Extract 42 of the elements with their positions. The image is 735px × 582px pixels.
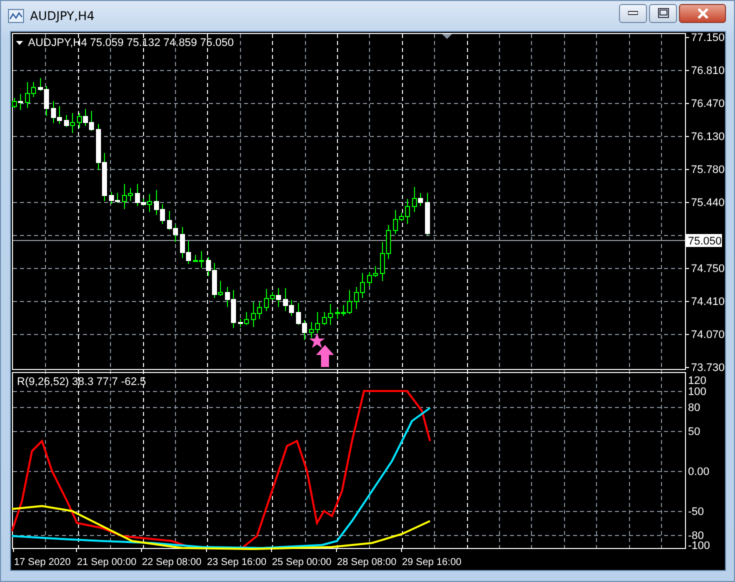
time-axis-label: 23 Sep 16:00 — [207, 557, 266, 568]
time-axis-label: 17 Sep 2020 — [14, 557, 71, 568]
time-axis-label: 21 Sep 00:00 — [77, 557, 136, 568]
time-axis-label: 29 Sep 16:00 — [402, 557, 462, 568]
indicator-scale-label: 80 — [688, 402, 700, 414]
minimize-button[interactable] — [619, 4, 647, 22]
price-axis-label: 75.440 — [691, 197, 725, 209]
candle — [425, 192, 430, 236]
current-price-badge: 75.050 — [686, 234, 722, 248]
indicator-scale-label: 50 — [688, 426, 700, 438]
maximize-button[interactable] — [649, 4, 677, 22]
price-axis-label: 74.070 — [691, 329, 725, 341]
minimize-icon — [628, 11, 638, 15]
time-axis-label: 25 Sep 00:00 — [272, 557, 332, 568]
price-axis-label: 76.810 — [691, 65, 725, 77]
time-axis-label: 22 Sep 08:00 — [142, 557, 202, 568]
star-icon — [309, 333, 325, 348]
price-axis-label: 75.780 — [691, 164, 725, 176]
window-title: AUDJPY,H4 — [30, 9, 96, 23]
indicator-scale-label: -80 — [688, 530, 704, 542]
indicator-scale-label: -100 — [688, 540, 710, 552]
close-button[interactable] — [679, 4, 726, 22]
ohlc-readout: 75.059 75.132 74.859 75.050 — [90, 37, 234, 49]
indicator-scale-label: 0.00 — [688, 466, 710, 478]
up-arrow-icon — [316, 345, 334, 367]
symbol-label: AUDJPY,H4 — [28, 37, 88, 49]
price-axis-label: 74.750 — [691, 263, 725, 275]
indicator-scale-label: -50 — [688, 506, 704, 518]
indicator-scale-label: 100 — [688, 386, 706, 398]
indicator-scale-label: 120 — [688, 375, 706, 387]
price-axis-label: 77.150 — [691, 32, 725, 44]
chart-shift-icon[interactable] — [442, 34, 452, 39]
dropdown-icon[interactable] — [16, 41, 23, 45]
time-axis-label: 28 Sep 08:00 — [337, 557, 396, 568]
price-axis-label: 76.470 — [691, 98, 725, 110]
price-axis-label: 76.130 — [691, 131, 725, 143]
maximize-icon — [658, 8, 668, 18]
chart-window-icon — [8, 8, 24, 24]
price-axis-label: 74.410 — [691, 296, 725, 308]
indicator-readout: R(9,26,52) 38.3 77.7 -62.5 — [17, 376, 146, 388]
close-icon — [696, 8, 708, 18]
price-axis-label: 73.730 — [691, 362, 725, 374]
